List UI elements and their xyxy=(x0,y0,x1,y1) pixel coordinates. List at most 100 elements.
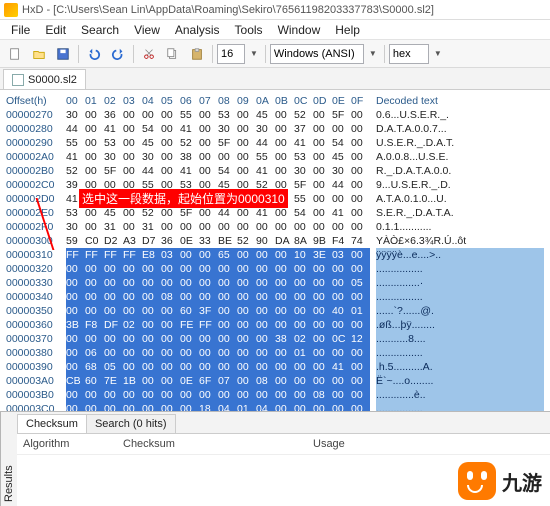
chevron-down-icon[interactable]: ▼ xyxy=(431,49,445,58)
hex-row[interactable]: 000002A041003000300038000000550053004500… xyxy=(6,150,544,164)
row-bytes[interactable]: 55005300450052005F00440041005400 xyxy=(66,136,376,150)
col-checksum[interactable]: Checksum xyxy=(123,438,313,450)
row-bytes[interactable]: 00060000000000000000000001000000 xyxy=(66,346,376,360)
row-bytes[interactable]: 5300450052005F004400410054004100 xyxy=(66,206,376,220)
row-offset: 000002F0 xyxy=(6,220,66,234)
row-ascii[interactable]: ................ xyxy=(376,346,544,360)
row-ascii[interactable]: 9...U.S.E.R._.D. xyxy=(376,178,544,192)
copy-button[interactable] xyxy=(162,43,184,65)
hex-row[interactable]: 0000030059C0D2A3D7360E33BE5290DA8A9BF474… xyxy=(6,234,544,248)
hex-row[interactable]: 0000027030003600000055005300450052005F00… xyxy=(6,108,544,122)
row-offset: 00000350 xyxy=(6,304,66,318)
hex-row[interactable]: 000003B000000000000000000000000000080000… xyxy=(6,388,544,402)
row-bytes[interactable]: 59C0D2A3D7360E33BE5290DA8A9BF474 xyxy=(66,234,376,248)
paste-button[interactable] xyxy=(186,43,208,65)
row-bytes[interactable]: 00000000000000000000000000080000 xyxy=(66,388,376,402)
row-ascii[interactable]: U.S.E.R._.D.A.T. xyxy=(376,136,544,150)
chevron-down-icon[interactable]: ▼ xyxy=(366,49,380,58)
row-ascii[interactable]: S.E.R._.D.A.T.A. xyxy=(376,206,544,220)
menu-tools[interactable]: Tools xyxy=(228,21,270,39)
brand-logo: 九游 xyxy=(458,462,542,500)
row-bytes[interactable]: 44004100540041003000300037000000 xyxy=(66,122,376,136)
row-ascii[interactable]: ...........8.... xyxy=(376,332,544,346)
results-tab-checksum[interactable]: Checksum xyxy=(17,414,87,433)
results-tab-search[interactable]: Search (0 hits) xyxy=(86,414,176,433)
row-ascii[interactable]: 0.6...U.S.E.R._. xyxy=(376,108,544,122)
row-ascii[interactable]: A.0.0.8...U.S.E. xyxy=(376,150,544,164)
file-tab[interactable]: S0000.sl2 xyxy=(3,69,86,89)
col-algorithm[interactable]: Algorithm xyxy=(23,438,123,450)
row-bytes[interactable]: 000000000000603F0000000000004001 xyxy=(66,304,376,318)
save-button[interactable] xyxy=(52,43,74,65)
row-offset: 000002B0 xyxy=(6,164,66,178)
row-bytes[interactable]: 3BF8DF020000FEFF0000000000000000 xyxy=(66,318,376,332)
row-ascii[interactable]: D.A.T.A.0.0.7... xyxy=(376,122,544,136)
row-bytes[interactable]: 52005F00440041005400410030003000 xyxy=(66,164,376,178)
row-bytes[interactable]: 30003600000055005300450052005F00 xyxy=(66,108,376,122)
row-bytes[interactable]: 41003000300038000000550053004500 xyxy=(66,150,376,164)
row-ascii[interactable]: ...............· xyxy=(376,276,544,290)
row-ascii[interactable]: .øß...þÿ........ xyxy=(376,318,544,332)
hex-row[interactable]: 000002E05300450052005F004400410054004100… xyxy=(6,206,544,220)
new-file-button[interactable] xyxy=(4,43,26,65)
encoding-select[interactable] xyxy=(270,44,364,64)
row-ascii[interactable]: .............è.. xyxy=(376,388,544,402)
row-bytes[interactable]: 00000000000000000000000000000005 xyxy=(66,276,376,290)
hex-row[interactable]: 0000029055005300450052005F00440041005400… xyxy=(6,136,544,150)
hex-row[interactable]: 0000032000000000000000000000000000000000… xyxy=(6,262,544,276)
hex-row[interactable]: 000003A0CB607E1B00000E6F0700080000000000… xyxy=(6,374,544,388)
row-ascii[interactable]: Ë`~....o........ xyxy=(376,374,544,388)
hex-row[interactable]: 0000033000000000000000000000000000000005… xyxy=(6,276,544,290)
row-ascii[interactable]: ÿÿÿÿè...e....>.. xyxy=(376,248,544,262)
results-side-label: Results xyxy=(0,412,17,506)
menu-analysis[interactable]: Analysis xyxy=(168,21,227,39)
hex-row[interactable]: 000003603BF8DF020000FEFF0000000000000000… xyxy=(6,318,544,332)
row-ascii[interactable]: A.T.A.0.1.0...U. xyxy=(376,192,544,206)
row-ascii[interactable]: R._.D.A.T.A.0.0. xyxy=(376,164,544,178)
row-bytes[interactable]: 30003100310000000000000000000000 xyxy=(66,220,376,234)
annotation-callout: 选中这一段数据，起始位置为0000310 xyxy=(79,189,288,208)
row-bytes[interactable]: 00000000000800000000000000000000 xyxy=(66,290,376,304)
hex-row[interactable]: 00000310FFFFFFFFE803000065000000103E0300… xyxy=(6,248,544,262)
row-bytes[interactable]: 00000000000000000000000000000000 xyxy=(66,262,376,276)
row-offset: 00000280 xyxy=(6,122,66,136)
menu-search[interactable]: Search xyxy=(74,21,126,39)
row-bytes[interactable]: FFFFFFFFE803000065000000103E0300 xyxy=(66,248,376,262)
base-select[interactable] xyxy=(389,44,429,64)
row-ascii[interactable]: ................ xyxy=(376,290,544,304)
open-file-button[interactable] xyxy=(28,43,50,65)
hex-row[interactable]: 0000038000060000000000000000000001000000… xyxy=(6,346,544,360)
row-ascii[interactable]: ......`?......@. xyxy=(376,304,544,318)
row-ascii[interactable]: .h.5..........A. xyxy=(376,360,544,374)
row-ascii[interactable]: 0.1.1........... xyxy=(376,220,544,234)
menu-help[interactable]: Help xyxy=(328,21,367,39)
separator xyxy=(265,45,266,63)
hex-row[interactable]: 0000034000000000000800000000000000000000… xyxy=(6,290,544,304)
row-offset: 000002E0 xyxy=(6,206,66,220)
hex-row[interactable]: 000002B052005F00440041005400410030003000… xyxy=(6,164,544,178)
row-offset: 000002A0 xyxy=(6,150,66,164)
hex-row[interactable]: 0000037000000000000000000000003802000C12… xyxy=(6,332,544,346)
toolbar: ▼ ▼ ▼ xyxy=(0,40,550,68)
row-ascii[interactable]: ................ xyxy=(376,262,544,276)
chevron-down-icon[interactable]: ▼ xyxy=(247,49,261,58)
hex-row[interactable]: 0000028044004100540041003000300037000000… xyxy=(6,122,544,136)
bytes-per-row-input[interactable] xyxy=(217,44,245,64)
col-usage[interactable]: Usage xyxy=(313,438,544,450)
menu-file[interactable]: File xyxy=(4,21,37,39)
undo-button[interactable] xyxy=(83,43,105,65)
row-bytes[interactable]: 00000000000000000000003802000C12 xyxy=(66,332,376,346)
floppy-icon xyxy=(56,47,70,61)
row-ascii[interactable]: YÀÒ£×6.3¾R.Ú..ôt xyxy=(376,234,544,248)
menu-window[interactable]: Window xyxy=(271,21,328,39)
hex-row[interactable]: 000002F030003100310000000000000000000000… xyxy=(6,220,544,234)
row-offset: 00000310 xyxy=(6,248,66,262)
hex-row[interactable]: 00000350000000000000603F0000000000004001… xyxy=(6,304,544,318)
row-bytes[interactable]: 00680500000000000000000000004100 xyxy=(66,360,376,374)
cut-button[interactable] xyxy=(138,43,160,65)
hex-row[interactable]: 0000039000680500000000000000000000004100… xyxy=(6,360,544,374)
menu-edit[interactable]: Edit xyxy=(38,21,73,39)
menu-view[interactable]: View xyxy=(127,21,167,39)
row-bytes[interactable]: CB607E1B00000E6F0700080000000000 xyxy=(66,374,376,388)
redo-button[interactable] xyxy=(107,43,129,65)
